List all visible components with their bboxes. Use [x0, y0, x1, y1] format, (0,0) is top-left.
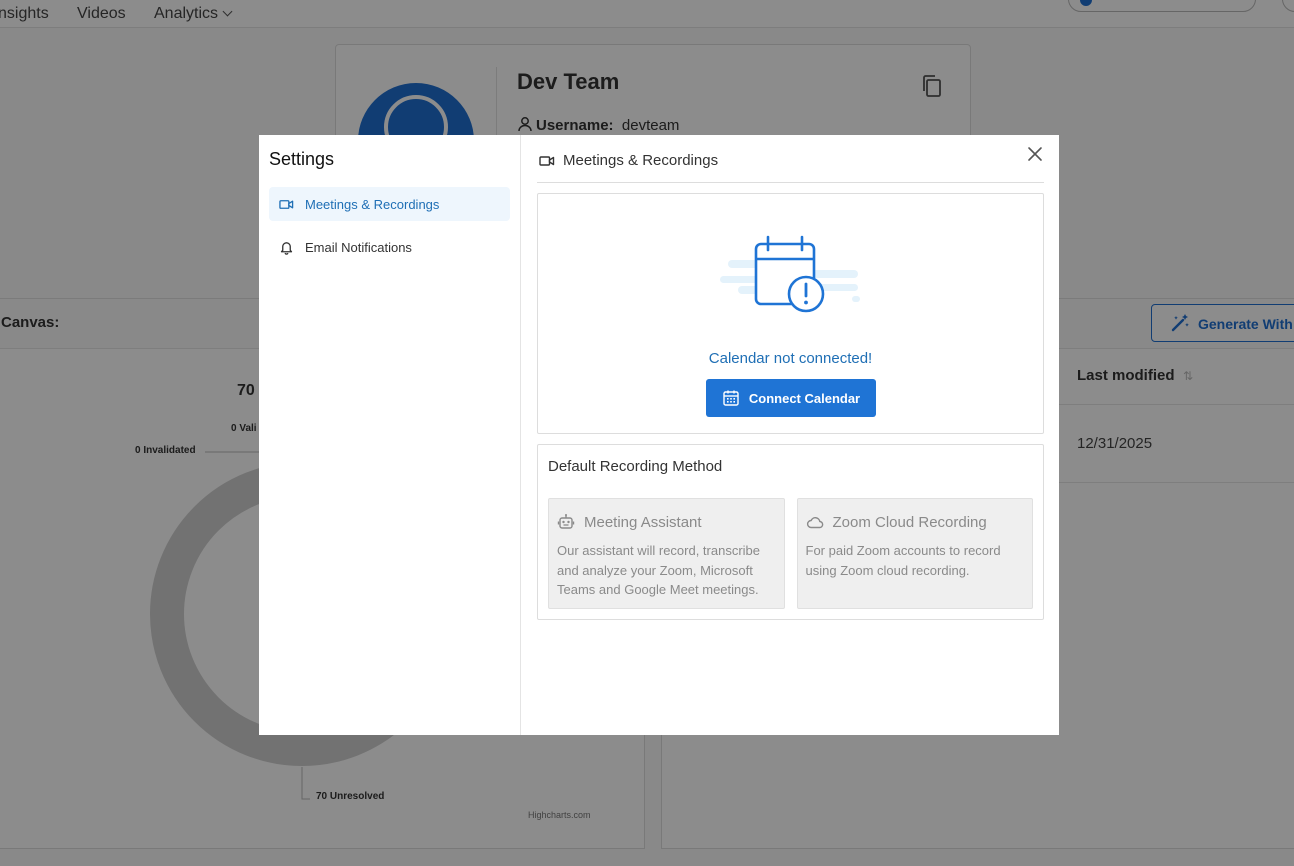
- sidebar-item-label: Email Notifications: [305, 239, 412, 255]
- option-header: Meeting Assistant: [557, 513, 776, 531]
- option-label: Zoom Cloud Recording: [832, 513, 987, 531]
- option-header: Zoom Cloud Recording: [806, 513, 1025, 531]
- settings-content: Meetings & Recordings Calendar not conne…: [521, 135, 1059, 735]
- recording-method-card: Default Recording Method Meeting Assista…: [537, 444, 1044, 620]
- connect-calendar-button[interactable]: Connect Calendar: [706, 379, 876, 417]
- video-icon: [539, 155, 555, 166]
- settings-title: Settings: [269, 149, 335, 169]
- recording-method-title: Default Recording Method: [548, 458, 723, 475]
- connect-calendar-label: Connect Calendar: [748, 390, 861, 406]
- cloud-icon: [806, 517, 823, 529]
- option-description: For paid Zoom accounts to record using Z…: [805, 543, 1001, 578]
- sidebar-item-label: Meetings & Recordings: [305, 196, 440, 212]
- option-description: Our assistant will record, transcribe an…: [557, 543, 761, 597]
- panel-header: Meetings & Recordings: [537, 135, 1044, 183]
- option-meeting-assistant[interactable]: Meeting Assistant Our assistant will rec…: [548, 498, 785, 609]
- sidebar-item-meetings-recordings[interactable]: Meetings & Recordings: [269, 187, 510, 221]
- close-icon[interactable]: [1026, 145, 1044, 163]
- panel-title: Meetings & Recordings: [563, 152, 719, 169]
- calendar-status-text: Calendar not connected!: [708, 350, 873, 367]
- calendar-warning-icon: [720, 235, 860, 313]
- option-label: Meeting Assistant: [584, 513, 702, 531]
- recording-options: Meeting Assistant Our assistant will rec…: [548, 498, 1033, 609]
- option-zoom-cloud-recording[interactable]: Zoom Cloud Recording For paid Zoom accou…: [796, 498, 1033, 609]
- video-icon: [279, 199, 294, 209]
- robot-icon: [557, 514, 575, 529]
- calendar-status-card: Calendar not connected! Connect Calendar: [537, 193, 1044, 434]
- bell-icon: [280, 241, 293, 255]
- sidebar-item-email-notifications[interactable]: Email Notifications: [269, 230, 510, 264]
- settings-sidebar: Settings Meetings & Recordings Email Not…: [259, 135, 521, 735]
- calendar-icon: [723, 390, 739, 406]
- settings-modal: Settings Meetings & Recordings Email Not…: [259, 135, 1059, 735]
